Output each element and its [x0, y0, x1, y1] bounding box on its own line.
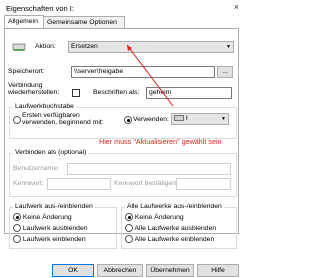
cancel-button[interactable]: Abbrechen — [97, 264, 143, 277]
help-button[interactable]: Hilfe — [197, 264, 239, 277]
tab-allgemein[interactable]: Allgemein — [4, 15, 44, 28]
annotation-arrow — [126, 44, 174, 107]
ok-button[interactable]: OK — [52, 264, 94, 277]
apply-button[interactable]: Übernehmen — [146, 264, 194, 277]
